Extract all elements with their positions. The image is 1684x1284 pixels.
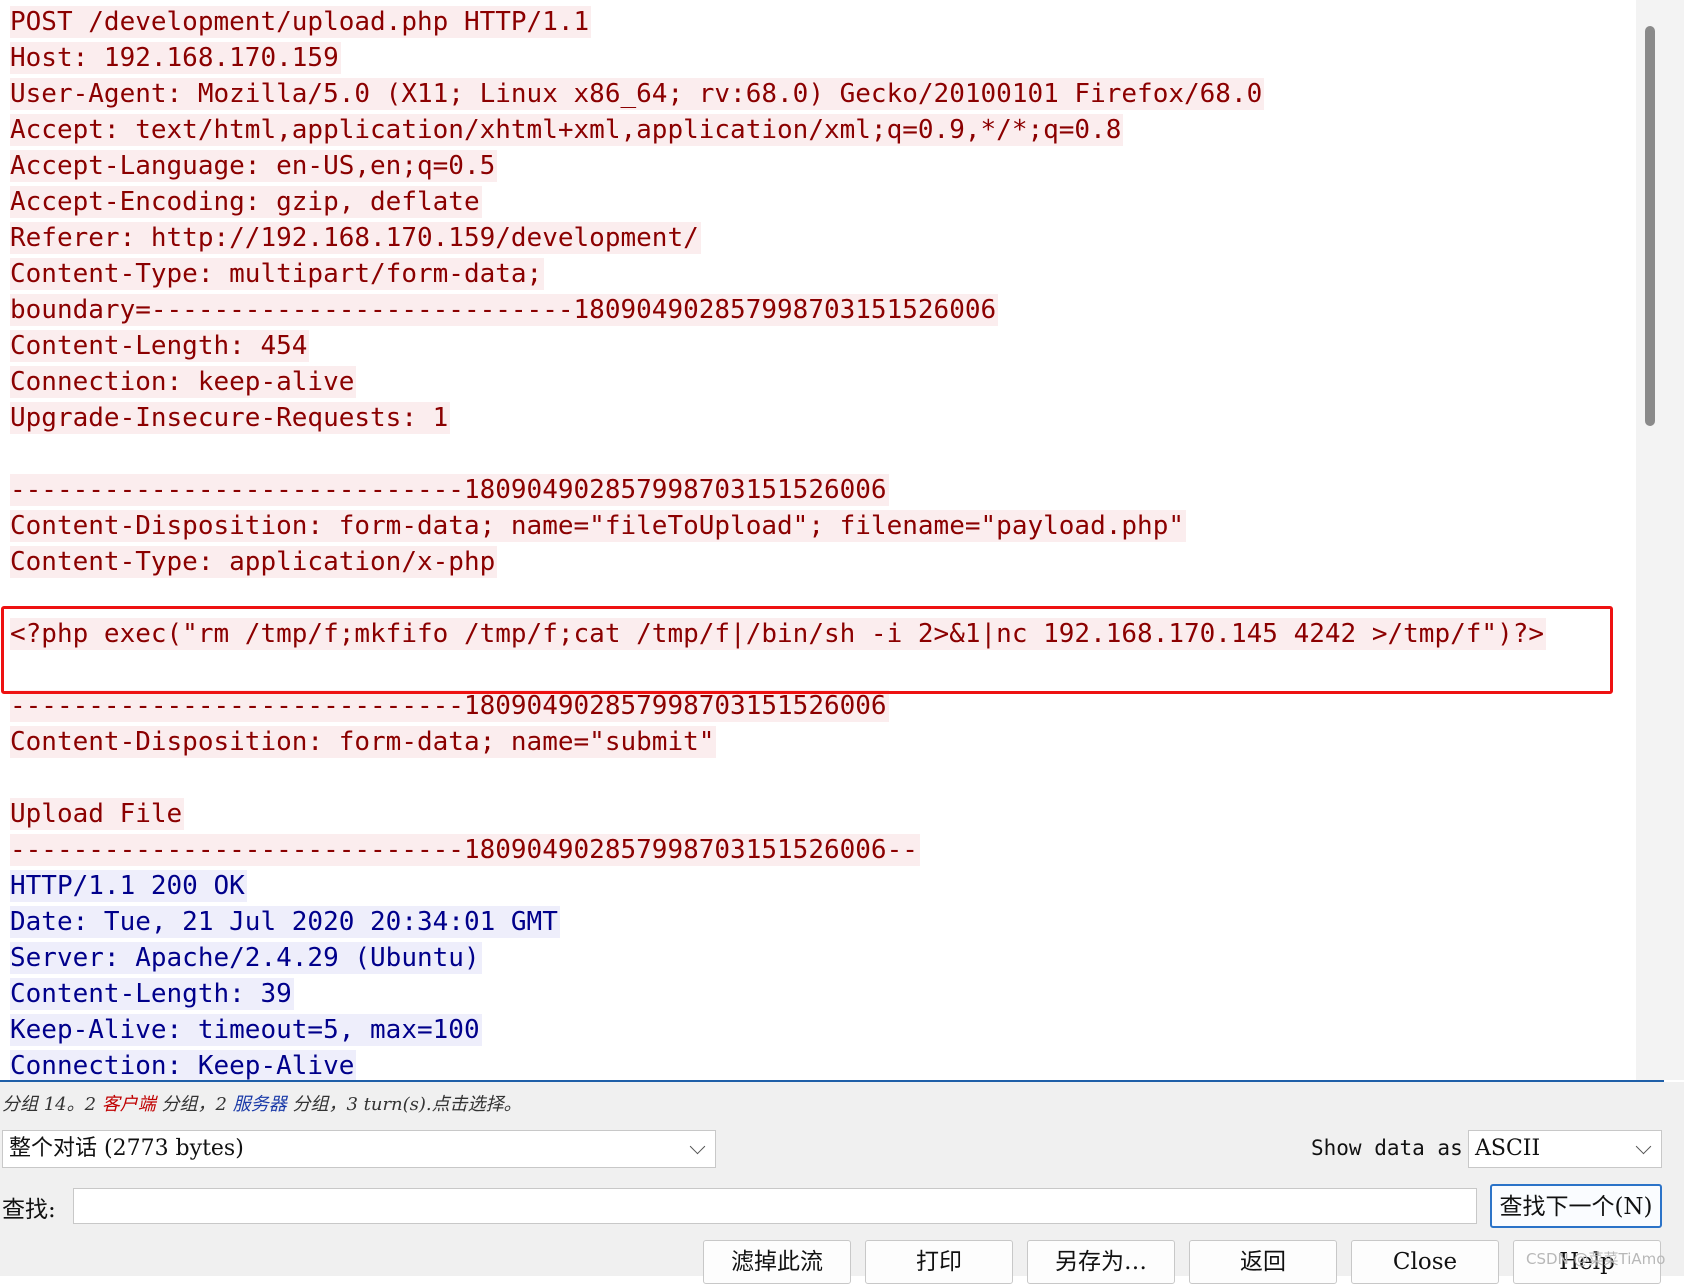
client-stream-line: Content-Type: application/x-php [10,546,498,578]
show-data-as-label: Show data as [1311,1136,1463,1160]
csdn-watermark: CSDN @菜菜TiAmo [1526,1250,1666,1268]
client-stream-line: -----------------------------18090490285… [10,474,889,506]
find-next-button[interactable]: 查找下一个(N) [1490,1184,1662,1228]
status-middle: 分组，2 [155,1094,233,1115]
client-stream-line: Accept: text/html,application/xhtml+xml,… [10,114,1124,146]
save-as-button[interactable]: 另存为… [1027,1240,1175,1284]
server-stream-line: Keep-Alive: timeout=5, max=100 [10,1014,482,1046]
server-stream-line: Content-Length: 39 [10,978,294,1010]
client-stream-line: boundary=---------------------------1809… [10,294,999,326]
client-stream-line: Accept-Language: en-US,en;q=0.5 [10,150,498,182]
client-stream-line: Content-Disposition: form-data; name="fi… [10,510,1186,542]
status-server-word: 服务器 [232,1094,287,1115]
print-button[interactable]: 打印 [865,1240,1013,1284]
server-stream-line: Server: Apache/2.4.29 (Ubuntu) [10,942,482,974]
payload-highlight-box [1,606,1613,694]
filter-out-stream-button[interactable]: 滤掉此流 [703,1240,851,1284]
find-label: 查找: [2,1197,56,1223]
client-stream-line: Content-Disposition: form-data; name="su… [10,726,717,758]
vertical-scrollbar-thumb[interactable] [1645,26,1655,426]
back-button[interactable]: 返回 [1189,1240,1337,1284]
conversation-select[interactable]: 整个对话 (2773 bytes) [2,1130,716,1168]
close-button[interactable]: Close [1351,1240,1499,1284]
client-stream-line: Content-Length: 454 [10,330,310,362]
client-stream-line: Connection: keep-alive [10,366,357,398]
client-stream-line: Accept-Encoding: gzip, deflate [10,186,482,218]
show-data-as-value: ASCII [1475,1136,1541,1161]
client-stream-line: User-Agent: Mozilla/5.0 (X11; Linux x86_… [10,78,1265,110]
server-stream-line: Connection: Keep-Alive [10,1050,357,1080]
client-stream-line: Upgrade-Insecure-Requests: 1 [10,402,451,434]
client-stream-line: Referer: http://192.168.170.159/developm… [10,222,701,254]
find-input[interactable] [73,1188,1477,1224]
status-client-word: 客户端 [101,1094,156,1115]
conversation-select-value: 整个对话 (2773 bytes) [9,1136,244,1161]
status-prefix: 分组 14。2 [2,1094,102,1115]
client-stream-line: POST /development/upload.php HTTP/1.1 [10,6,592,38]
server-stream-line: Date: Tue, 21 Jul 2020 20:34:01 GMT [10,906,560,938]
vertical-scrollbar[interactable] [1636,0,1684,1080]
status-suffix: 分组，3 turn(s).点击选择。 [286,1094,522,1115]
client-stream-line: -----------------------------18090490285… [10,690,889,722]
chevron-down-icon [1635,1138,1652,1155]
server-stream-line: HTTP/1.1 200 OK [10,870,247,902]
follow-stream-text-area[interactable]: POST /development/upload.php HTTP/1.1 Hos… [0,0,1636,1080]
show-data-as-select[interactable]: ASCII [1468,1130,1662,1168]
chevron-down-icon [689,1138,706,1155]
client-stream-line: Content-Type: multipart/form-data; [10,258,545,290]
stream-status-text: 分组 14。2 客户端 分组，2 服务器 分组，3 turn(s).点击选择。 [2,1090,522,1116]
client-stream-line: -----------------------------18090490285… [10,834,920,866]
client-stream-line: Host: 192.168.170.159 [10,42,341,74]
client-stream-line: Upload File [10,798,185,830]
